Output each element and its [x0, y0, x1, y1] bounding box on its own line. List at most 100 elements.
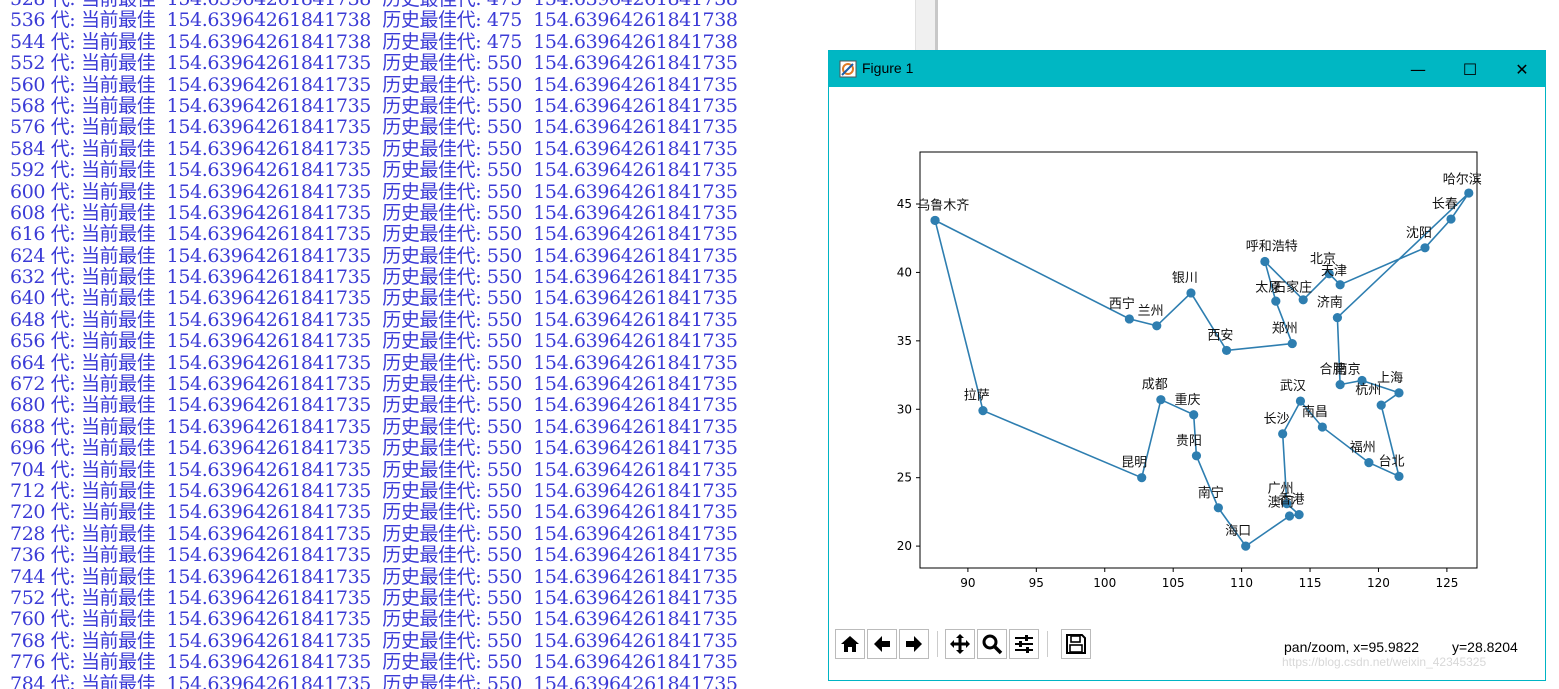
- home-button[interactable]: [835, 629, 865, 659]
- y-tick-label: 40: [897, 265, 912, 279]
- matplotlib-icon: [839, 60, 857, 78]
- city-label: 济南: [1317, 295, 1343, 311]
- city-point: [1222, 346, 1231, 355]
- y-tick-label: 35: [897, 334, 912, 348]
- city-label: 福州: [1350, 441, 1376, 456]
- x-tick-label: 105: [1162, 576, 1185, 590]
- console-line: 632 代: 当前最佳 154.63964261841735 历史最佳代: 55…: [10, 267, 738, 288]
- zoom-button[interactable]: [977, 629, 1007, 659]
- console-line: 752 代: 当前最佳 154.63964261841735 历史最佳代: 55…: [10, 588, 738, 609]
- y-tick-label: 20: [897, 539, 912, 553]
- city-label: 南京: [1335, 362, 1361, 378]
- city-point: [1336, 380, 1345, 389]
- city-point: [1364, 458, 1373, 467]
- forward-button[interactable]: [899, 629, 929, 659]
- console-line: 768 代: 当前最佳 154.63964261841735 历史最佳代: 55…: [10, 631, 738, 652]
- console-line: 712 代: 当前最佳 154.63964261841735 历史最佳代: 55…: [10, 481, 738, 502]
- console-line: 728 代: 当前最佳 154.63964261841735 历史最佳代: 55…: [10, 524, 738, 545]
- city-point: [1294, 510, 1303, 519]
- city-point: [1186, 288, 1195, 297]
- maximize-icon: ☐: [1463, 60, 1477, 79]
- city-point: [1192, 451, 1201, 460]
- x-tick-label: 100: [1093, 576, 1116, 590]
- city-label: 南宁: [1198, 485, 1224, 501]
- figure-window: Figure 1 — ☐ ✕ 9095100105110115120125202…: [828, 50, 1546, 681]
- console-line: 552 代: 当前最佳 154.63964261841735 历史最佳代: 55…: [10, 53, 738, 74]
- pan-icon: [949, 633, 971, 655]
- x-tick-label: 95: [1029, 576, 1044, 590]
- city-label: 银川: [1172, 271, 1198, 286]
- city-point: [1125, 314, 1134, 323]
- console-line: 576 代: 当前最佳 154.63964261841735 历史最佳代: 55…: [10, 117, 738, 138]
- window-titlebar[interactable]: Figure 1 — ☐ ✕: [829, 51, 1545, 87]
- city-label: 哈尔滨: [1443, 171, 1482, 187]
- city-point: [1377, 401, 1386, 410]
- cursor-status-y: y=28.8204: [1452, 639, 1518, 655]
- axes-frame: [920, 152, 1477, 568]
- watermark: https://blog.csdn.net/weixin_42345325: [1282, 655, 1486, 669]
- console-line: 624 代: 当前最佳 154.63964261841735 历史最佳代: 55…: [10, 246, 738, 267]
- city-point: [1394, 388, 1403, 397]
- back-button[interactable]: [867, 629, 897, 659]
- console-line: 608 代: 当前最佳 154.63964261841735 历史最佳代: 55…: [10, 203, 738, 224]
- configure-subplots-button[interactable]: [1009, 629, 1039, 659]
- city-label: 贵阳: [1176, 434, 1202, 449]
- city-label: 武汉: [1280, 379, 1306, 394]
- console-line: 704 代: 当前最佳 154.63964261841735 历史最佳代: 55…: [10, 460, 738, 481]
- city-point: [1271, 297, 1280, 306]
- console-line: 672 代: 当前最佳 154.63964261841735 历史最佳代: 55…: [10, 374, 738, 395]
- console-line: 784 代: 当前最佳 154.63964261841735 历史最佳代: 55…: [10, 674, 738, 689]
- x-tick-label: 115: [1299, 576, 1322, 590]
- maximize-button[interactable]: ☐: [1447, 51, 1493, 87]
- console-line: 696 代: 当前最佳 154.63964261841735 历史最佳代: 55…: [10, 438, 738, 459]
- back-icon: [871, 633, 893, 655]
- city-point: [1189, 410, 1198, 419]
- pan-button[interactable]: [945, 629, 975, 659]
- city-point: [978, 406, 987, 415]
- console-line: 536 代: 当前最佳 154.63964261841738 历史最佳代: 47…: [10, 10, 738, 31]
- city-label: 昆明: [1121, 456, 1147, 471]
- city-label: 西宁: [1109, 296, 1135, 312]
- city-point: [1446, 214, 1455, 223]
- city-point: [1260, 257, 1269, 266]
- toolbar-separator: [937, 631, 938, 657]
- close-icon: ✕: [1515, 60, 1528, 79]
- zoom-icon: [981, 633, 1003, 655]
- minimize-icon: —: [1410, 60, 1426, 79]
- console-line: 616 代: 当前最佳 154.63964261841735 历史最佳代: 55…: [10, 224, 738, 245]
- navigation-toolbar: pan/zoom, x=95.9822 y=28.8204: [829, 623, 1545, 679]
- console-line: 584 代: 当前最佳 154.63964261841735 历史最佳代: 55…: [10, 139, 738, 160]
- city-point: [1285, 511, 1294, 520]
- city-label: 海口: [1225, 524, 1251, 539]
- console-line: 656 代: 当前最佳 154.63964261841735 历史最佳代: 55…: [10, 331, 738, 352]
- console-line: 664 代: 当前最佳 154.63964261841735 历史最佳代: 55…: [10, 353, 738, 374]
- plot-canvas[interactable]: 9095100105110115120125202530354045哈尔滨乌鲁木…: [829, 87, 1545, 621]
- city-label: 兰州: [1138, 304, 1164, 319]
- city-label: 呼和浩特: [1246, 240, 1298, 255]
- city-label: 拉萨: [964, 389, 990, 404]
- console-line: 688 代: 当前最佳 154.63964261841735 历史最佳代: 55…: [10, 417, 738, 438]
- console-line: 776 代: 当前最佳 154.63964261841735 历史最佳代: 55…: [10, 652, 738, 673]
- console-lines: 528 代: 当前最佳 154.63964261841738 历史最佳代: 47…: [10, 0, 738, 689]
- console-line: 568 代: 当前最佳 154.63964261841735 历史最佳代: 55…: [10, 96, 738, 117]
- console-line: 592 代: 当前最佳 154.63964261841735 历史最佳代: 55…: [10, 160, 738, 181]
- save-button[interactable]: [1061, 629, 1091, 659]
- city-label: 香港: [1279, 493, 1305, 508]
- minimize-button[interactable]: —: [1395, 51, 1441, 87]
- city-point: [1299, 295, 1308, 304]
- city-point: [1214, 503, 1223, 512]
- city-label: 郑州: [1272, 322, 1298, 337]
- toolbar-separator: [1047, 631, 1048, 657]
- city-label: 天津: [1321, 264, 1347, 279]
- cursor-status-x: pan/zoom, x=95.9822: [1284, 639, 1419, 655]
- console-line: 640 代: 当前最佳 154.63964261841735 历史最佳代: 55…: [10, 288, 738, 309]
- y-tick-label: 30: [897, 402, 912, 416]
- save-icon: [1065, 633, 1087, 655]
- city-point: [1278, 429, 1287, 438]
- close-button[interactable]: ✕: [1499, 51, 1545, 87]
- city-point: [1288, 339, 1297, 348]
- console-line: 720 代: 当前最佳 154.63964261841735 历史最佳代: 55…: [10, 502, 738, 523]
- city-label: 石家庄: [1273, 280, 1312, 296]
- console-line: 736 代: 当前最佳 154.63964261841735 历史最佳代: 55…: [10, 545, 738, 566]
- console-line: 560 代: 当前最佳 154.63964261841735 历史最佳代: 55…: [10, 75, 738, 96]
